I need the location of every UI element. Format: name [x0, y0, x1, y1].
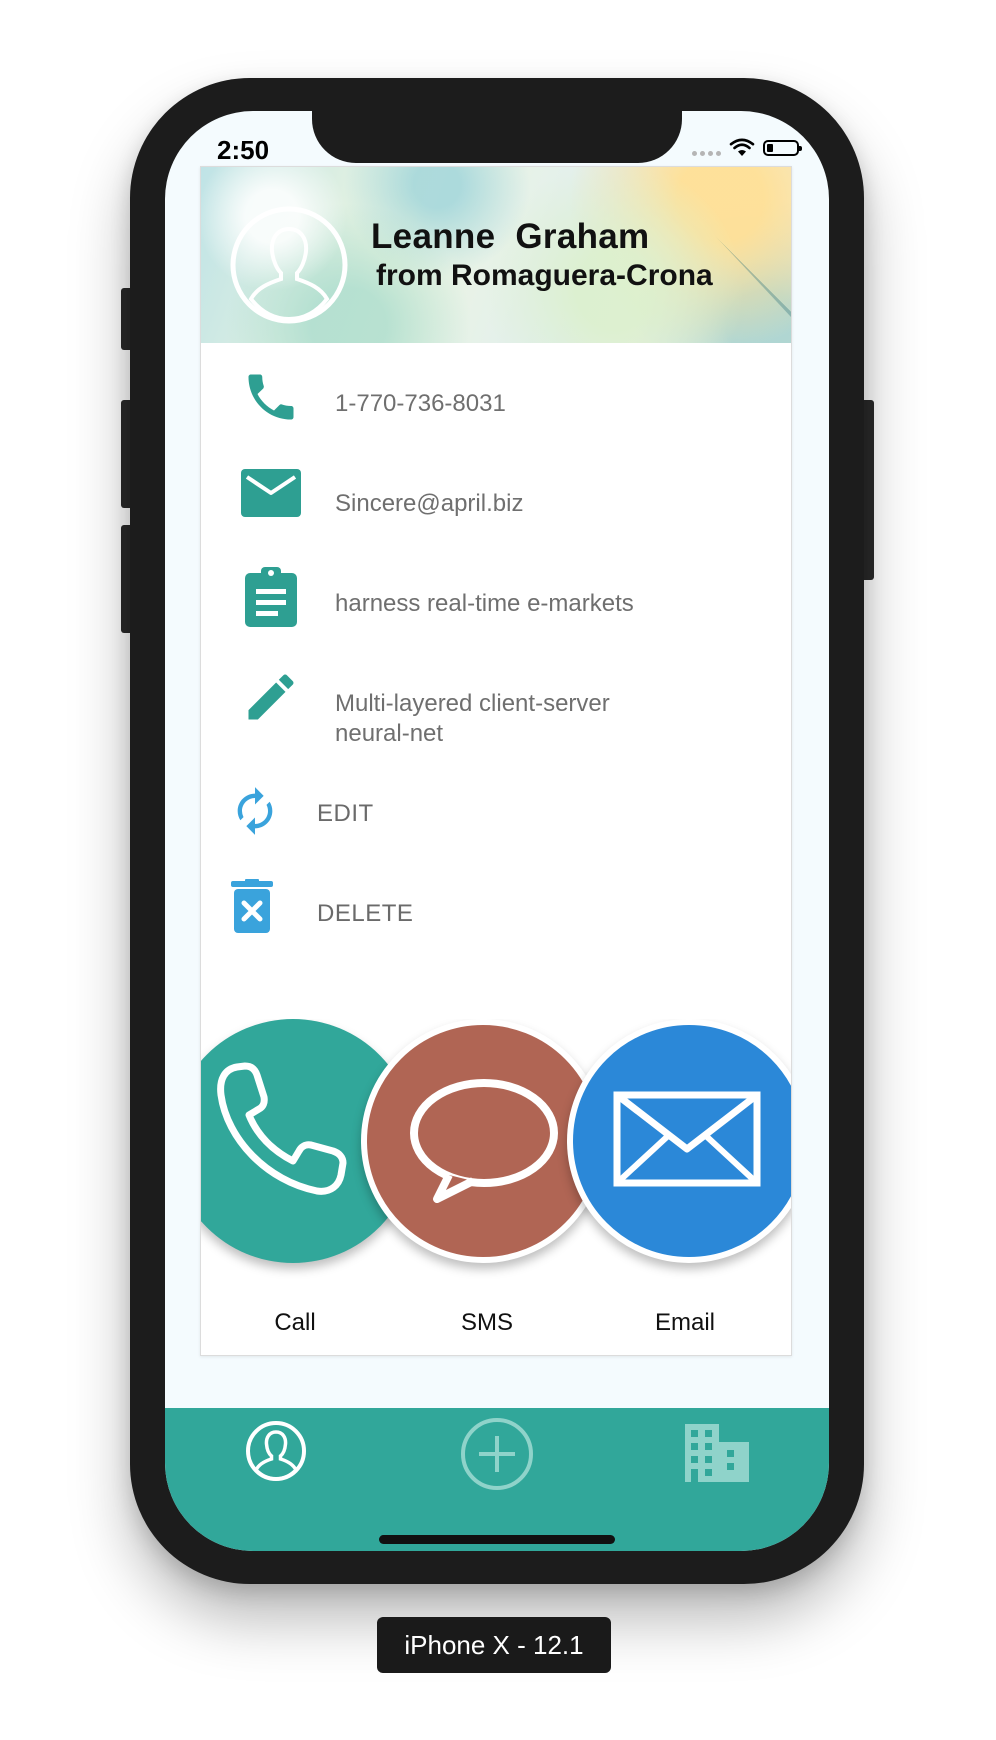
delete-label: DELETE — [317, 900, 414, 927]
building-icon[interactable] — [683, 1422, 751, 1484]
phone-number: 1-770-736-8031 — [335, 390, 506, 417]
edit-button[interactable]: EDIT — [201, 779, 791, 849]
contact-name: Leanne Graham — [371, 217, 650, 256]
pencil-icon — [248, 674, 294, 720]
catch-phrase-line-2: neural-net — [335, 720, 444, 747]
trash-icon — [231, 879, 273, 933]
notch — [312, 111, 682, 163]
envelope-icon — [241, 469, 301, 517]
clipboard-icon — [245, 567, 297, 627]
signal-icon — [692, 150, 721, 156]
email-circle-button[interactable] — [567, 1019, 791, 1263]
speech-bubble-icon — [410, 1079, 558, 1203]
avatar-icon — [230, 206, 348, 324]
phone-icon — [248, 374, 294, 420]
wifi-icon — [729, 138, 755, 156]
contact-card: Leanne Graham from Romaguera-Crona 1-770… — [200, 166, 792, 1356]
handset-icon — [217, 1062, 347, 1195]
plus-circle-icon[interactable] — [459, 1416, 535, 1492]
bs-row: harness real-time e-markets — [201, 567, 791, 637]
tab-bar — [165, 1408, 829, 1551]
status-indicators — [692, 138, 802, 158]
edit-label: EDIT — [317, 800, 374, 827]
catch-phrase-line-1: Multi-layered client-server — [335, 690, 610, 717]
quick-actions — [201, 1019, 791, 1279]
delete-button[interactable]: DELETE — [201, 879, 791, 949]
device-label: iPhone X - 12.1 — [377, 1617, 611, 1673]
person-icon[interactable] — [245, 1420, 307, 1482]
contact-company: from Romaguera-Crona — [376, 259, 713, 292]
bs-text: harness real-time e-markets — [335, 590, 634, 617]
header-fold-decoration — [651, 167, 791, 317]
status-time: 2:50 — [217, 135, 270, 165]
email-row[interactable]: Sincere@april.biz — [201, 467, 791, 537]
call-label: Call — [274, 1309, 316, 1336]
refresh-icon — [237, 787, 273, 835]
envelope-outline-icon — [613, 1091, 761, 1187]
device-frame: 2:50 Leanne Graham from Romaguera-Crona — [130, 78, 864, 1584]
phone-row[interactable]: 1-770-736-8031 — [201, 367, 791, 437]
sms-label: SMS — [460, 1309, 513, 1336]
screen: 2:50 Leanne Graham from Romaguera-Crona — [165, 111, 829, 1551]
home-indicator[interactable] — [379, 1535, 615, 1544]
email-address: Sincere@april.biz — [335, 490, 524, 517]
email-label: Email — [654, 1309, 715, 1336]
catch-phrase-row: Multi-layered client-server neural-net — [201, 667, 791, 747]
battery-icon — [763, 140, 802, 156]
card-header: Leanne Graham from Romaguera-Crona — [201, 167, 791, 343]
